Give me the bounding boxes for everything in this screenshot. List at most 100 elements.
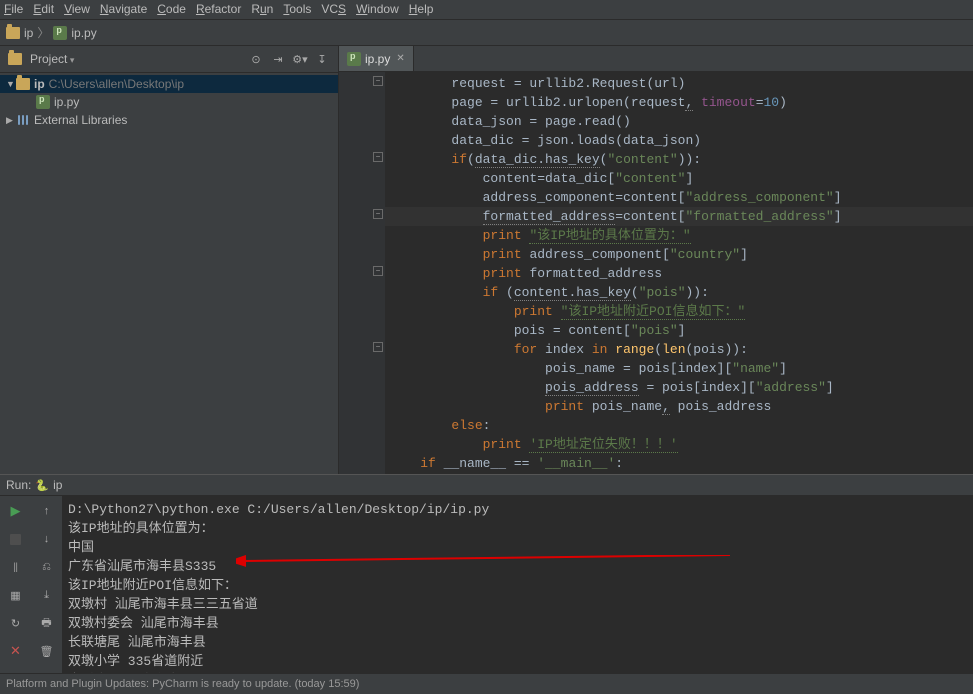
code-line[interactable]: for index in range(len(pois)):	[385, 340, 973, 359]
code-line[interactable]: print 'IP地址定位失败！！！'	[385, 435, 973, 454]
menu-help[interactable]: Help	[409, 2, 434, 17]
run-toolbar: ▶ ‖ ▦ ↻ ✕ ? ↑ ↓ ⎌ ⤓ 🖶 🗑 ⧉	[0, 496, 62, 694]
scroll-from-source-icon[interactable]: ⊙	[248, 51, 264, 67]
status-bar[interactable]: Platform and Plugin Updates: PyCharm is …	[0, 673, 973, 693]
clear-button[interactable]: 🗑	[38, 642, 56, 660]
code-line[interactable]: else:	[385, 416, 973, 435]
python-file-icon	[36, 95, 50, 109]
menu-view[interactable]: View	[64, 2, 90, 17]
editor-gutter[interactable]: − − − − −	[339, 72, 385, 474]
project-panel: Project ⊙ ⇥ ⚙▾ ↧ ▼ ip C:\Users\allen\Des…	[0, 46, 339, 474]
expand-icon[interactable]: ▶	[6, 115, 16, 126]
menu-edit[interactable]: Edit	[33, 2, 54, 17]
menu-refactor[interactable]: Refactor	[196, 2, 241, 17]
project-title[interactable]: Project	[30, 52, 248, 66]
python-icon: 🐍	[35, 479, 49, 492]
code-editor[interactable]: request = urllib2.Request(url) page = ur…	[385, 72, 973, 474]
folder-icon	[16, 78, 30, 90]
tree-root[interactable]: ▼ ip C:\Users\allen\Desktop\ip	[0, 75, 338, 93]
code-line[interactable]: print formatted_address	[385, 264, 973, 283]
breadcrumb-file[interactable]: ip.py	[71, 26, 96, 40]
output-line: 双墩小学 335省道附近	[68, 652, 967, 671]
code-line[interactable]: request = urllib2.Request(url)	[385, 74, 973, 93]
settings-icon[interactable]: ⚙▾	[292, 51, 308, 67]
pause-button[interactable]: ‖	[7, 558, 25, 576]
hide-icon[interactable]: ↧	[314, 51, 330, 67]
run-config: ip	[53, 478, 62, 492]
rerun-button[interactable]: ▶	[7, 502, 25, 520]
tree-external-libs[interactable]: ▶ External Libraries	[0, 111, 338, 129]
fold-icon[interactable]: −	[373, 342, 383, 352]
code-line[interactable]: print pois_name, pois_address	[385, 397, 973, 416]
code-line[interactable]: data_dic = json.loads(data_json)	[385, 131, 973, 150]
editor-tab[interactable]: ip.py ✕	[339, 46, 414, 71]
project-header[interactable]: Project ⊙ ⇥ ⚙▾ ↧	[0, 46, 338, 73]
scroll-end-button[interactable]: ⤓	[38, 586, 56, 604]
menu-vcs[interactable]: VCS	[321, 2, 346, 17]
folder-icon	[6, 27, 20, 39]
run-header[interactable]: Run: 🐍 ip	[0, 475, 973, 496]
collapse-all-icon[interactable]: ⇥	[270, 51, 286, 67]
editor-tabs: ip.py ✕	[339, 46, 973, 72]
menu-file[interactable]: File	[4, 2, 23, 17]
output-line: 中国	[68, 538, 967, 557]
code-line[interactable]: page = urllib2.urlopen(request, timeout=…	[385, 93, 973, 112]
project-icon	[8, 53, 22, 65]
soft-wrap-button[interactable]: ⎌	[38, 558, 56, 576]
breadcrumb-sep: 〉	[37, 24, 49, 41]
code-line[interactable]: if (content.has_key("pois")):	[385, 283, 973, 302]
output-line: 双墩村委会 汕尾市海丰县	[68, 614, 967, 633]
up-button[interactable]: ↑	[38, 502, 56, 520]
status-message: Platform and Plugin Updates: PyCharm is …	[6, 678, 359, 690]
menu-navigate[interactable]: Navigate	[100, 2, 147, 17]
code-line[interactable]: if(data_dic.has_key("content")):	[385, 150, 973, 169]
stop-button[interactable]	[7, 530, 25, 548]
code-line[interactable]: address_component=content["address_compo…	[385, 188, 973, 207]
fold-icon[interactable]: −	[373, 152, 383, 162]
run-output[interactable]: D:\Python27\python.exe C:/Users/allen/De…	[62, 496, 973, 694]
tree-item[interactable]: ip.py	[0, 93, 338, 111]
output-line: 广东省汕尾市海丰县S335	[68, 557, 967, 576]
tab-label: ip.py	[365, 52, 390, 66]
restore-layout-button[interactable]: ↻	[7, 614, 25, 632]
fold-icon[interactable]: −	[373, 266, 383, 276]
libraries-icon	[16, 113, 30, 127]
menu-code[interactable]: Code	[157, 2, 186, 17]
fold-icon[interactable]: −	[373, 76, 383, 86]
code-line[interactable]: print "该IP地址附近POI信息如下："	[385, 302, 973, 321]
print-button[interactable]: 🖶	[38, 614, 56, 632]
menu-tools[interactable]: Tools	[283, 2, 311, 17]
expand-icon[interactable]: ▼	[6, 79, 16, 89]
breadcrumb: ip 〉 ip.py	[0, 20, 973, 46]
code-line[interactable]: pois_address = pois[index]["address"]	[385, 378, 973, 397]
project-tree: ▼ ip C:\Users\allen\Desktop\ip ip.py ▶ E…	[0, 73, 338, 131]
python-file-icon	[53, 26, 67, 40]
menu-run[interactable]: Run	[251, 2, 273, 17]
output-line: 长联塘尾 汕尾市海丰县	[68, 633, 967, 652]
dump-threads-button[interactable]: ▦	[7, 586, 25, 604]
code-line[interactable]: print address_component["country"]	[385, 245, 973, 264]
code-line[interactable]: print "该IP地址的具体位置为："	[385, 226, 973, 245]
fold-icon[interactable]: −	[373, 209, 383, 219]
output-line: D:\Python27\python.exe C:/Users/allen/De…	[68, 500, 967, 519]
output-line: 该IP地址的具体位置为：	[68, 519, 967, 538]
editor-panel: ip.py ✕ − − − − − request = urllib2.Request(…	[339, 46, 973, 474]
tree-extlib-name: External Libraries	[34, 113, 127, 127]
code-line[interactable]: if __name__ == '__main__':	[385, 454, 973, 473]
close-button[interactable]: ✕	[7, 642, 25, 660]
code-line[interactable]: content=data_dic["content"]	[385, 169, 973, 188]
run-panel: Run: 🐍 ip ▶ ‖ ▦ ↻ ✕ ? ↑ ↓ ⎌ ⤓ 🖶 🗑 ⧉	[0, 474, 973, 693]
code-line[interactable]: formatted_address=content["formatted_add…	[385, 207, 973, 226]
code-line[interactable]: data_json = page.read()	[385, 112, 973, 131]
code-line[interactable]: pois_name = pois[index]["name"]	[385, 359, 973, 378]
tree-root-path: C:\Users\allen\Desktop\ip	[49, 77, 184, 91]
down-button[interactable]: ↓	[38, 530, 56, 548]
close-icon[interactable]: ✕	[396, 53, 404, 64]
tree-item-name: ip.py	[54, 95, 79, 109]
menu-window[interactable]: Window	[356, 2, 399, 17]
code-line[interactable]: pois = content["pois"]	[385, 321, 973, 340]
output-line: 该IP地址附近POI信息如下：	[68, 576, 967, 595]
breadcrumb-root[interactable]: ip	[24, 26, 33, 40]
menu-bar: File Edit View Navigate Code Refactor Ru…	[0, 0, 973, 20]
python-file-icon	[347, 52, 361, 66]
